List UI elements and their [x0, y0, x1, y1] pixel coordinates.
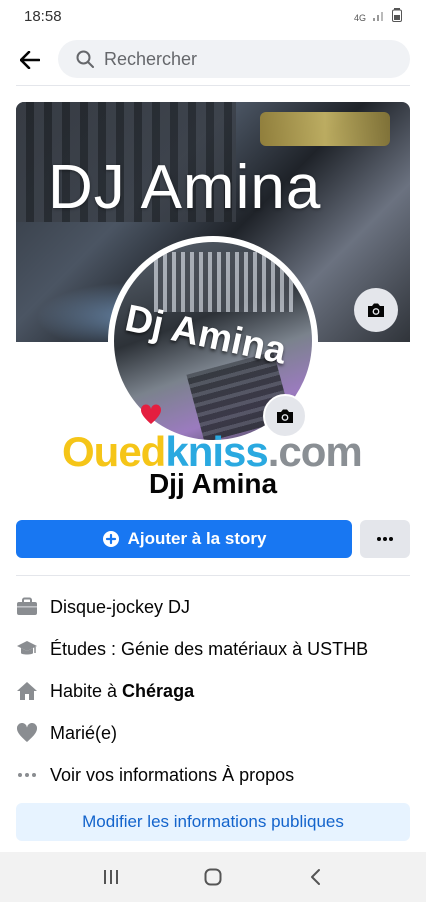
divider — [16, 85, 410, 86]
back-arrow-icon — [20, 51, 40, 69]
camera-icon — [368, 303, 384, 317]
info-relationship-text: Marié(e) — [50, 722, 118, 743]
network-type-label: 4G — [353, 12, 366, 23]
cover-belt-image — [260, 112, 390, 146]
home-nav-button[interactable] — [193, 857, 233, 897]
signal-icon — [372, 9, 386, 27]
heart-icon — [16, 722, 38, 744]
info-about-link[interactable]: Voir vos informations À propos — [50, 765, 294, 786]
briefcase-icon — [16, 596, 38, 618]
divider — [16, 575, 410, 576]
info-row-lives: Habite à Chéraga — [16, 670, 410, 712]
more-icon — [377, 537, 393, 541]
search-icon — [76, 50, 94, 68]
add-to-story-label: Ajouter à la story — [127, 529, 267, 548]
back-nav-icon — [311, 869, 320, 885]
profile-name: Djj Amina — [148, 468, 278, 499]
info-lives-prefix: Habite à — [50, 680, 123, 701]
info-lives-city[interactable]: Chéraga — [122, 681, 194, 701]
graduation-cap-icon — [16, 638, 38, 660]
intro-section: Disque-jockey DJ Études : Génie des maté… — [16, 586, 410, 796]
status-time: 18:58 — [24, 8, 62, 25]
battery-icon — [392, 8, 402, 27]
cover-camera-button[interactable] — [354, 288, 398, 332]
info-lives-text: Habite à Chéraga — [50, 681, 194, 702]
camera-icon — [277, 409, 293, 423]
ellipsis-icon — [16, 764, 38, 786]
home-nav-icon — [204, 868, 222, 886]
back-button[interactable] — [12, 42, 48, 78]
cover-title: DJ Amina — [48, 153, 322, 222]
info-job-text: Disque-jockey DJ — [50, 596, 191, 617]
heart-sticker-icon — [140, 404, 162, 424]
more-options-button[interactable] — [360, 520, 410, 558]
status-bar: 18:58 4G — [0, 0, 426, 34]
home-icon — [16, 680, 38, 702]
info-row-education: Études : Génie des matériaux à USTHB — [16, 628, 410, 670]
plus-circle-icon — [102, 531, 119, 547]
search-input[interactable] — [104, 48, 384, 70]
top-bar — [0, 38, 426, 82]
info-row-about[interactable]: Voir vos informations À propos — [16, 754, 410, 796]
recent-apps-icon — [104, 870, 118, 884]
search-bar[interactable] — [58, 40, 410, 78]
avatar-deck-image — [154, 252, 294, 312]
status-icons: 4G — [354, 8, 402, 27]
info-education-text: Études : Génie des matériaux à USTHB — [50, 638, 369, 659]
edit-public-details-label: Modifier les informations publiques — [82, 812, 344, 831]
recent-apps-button[interactable] — [91, 857, 131, 897]
edit-public-details-button[interactable]: Modifier les informations publiques — [16, 803, 410, 841]
system-nav-bar — [0, 852, 426, 902]
back-nav-button[interactable] — [295, 857, 335, 897]
info-row-job: Disque-jockey DJ — [16, 586, 410, 628]
add-to-story-button[interactable]: Ajouter à la story — [16, 520, 352, 558]
info-row-relationship: Marié(e) — [16, 712, 410, 754]
